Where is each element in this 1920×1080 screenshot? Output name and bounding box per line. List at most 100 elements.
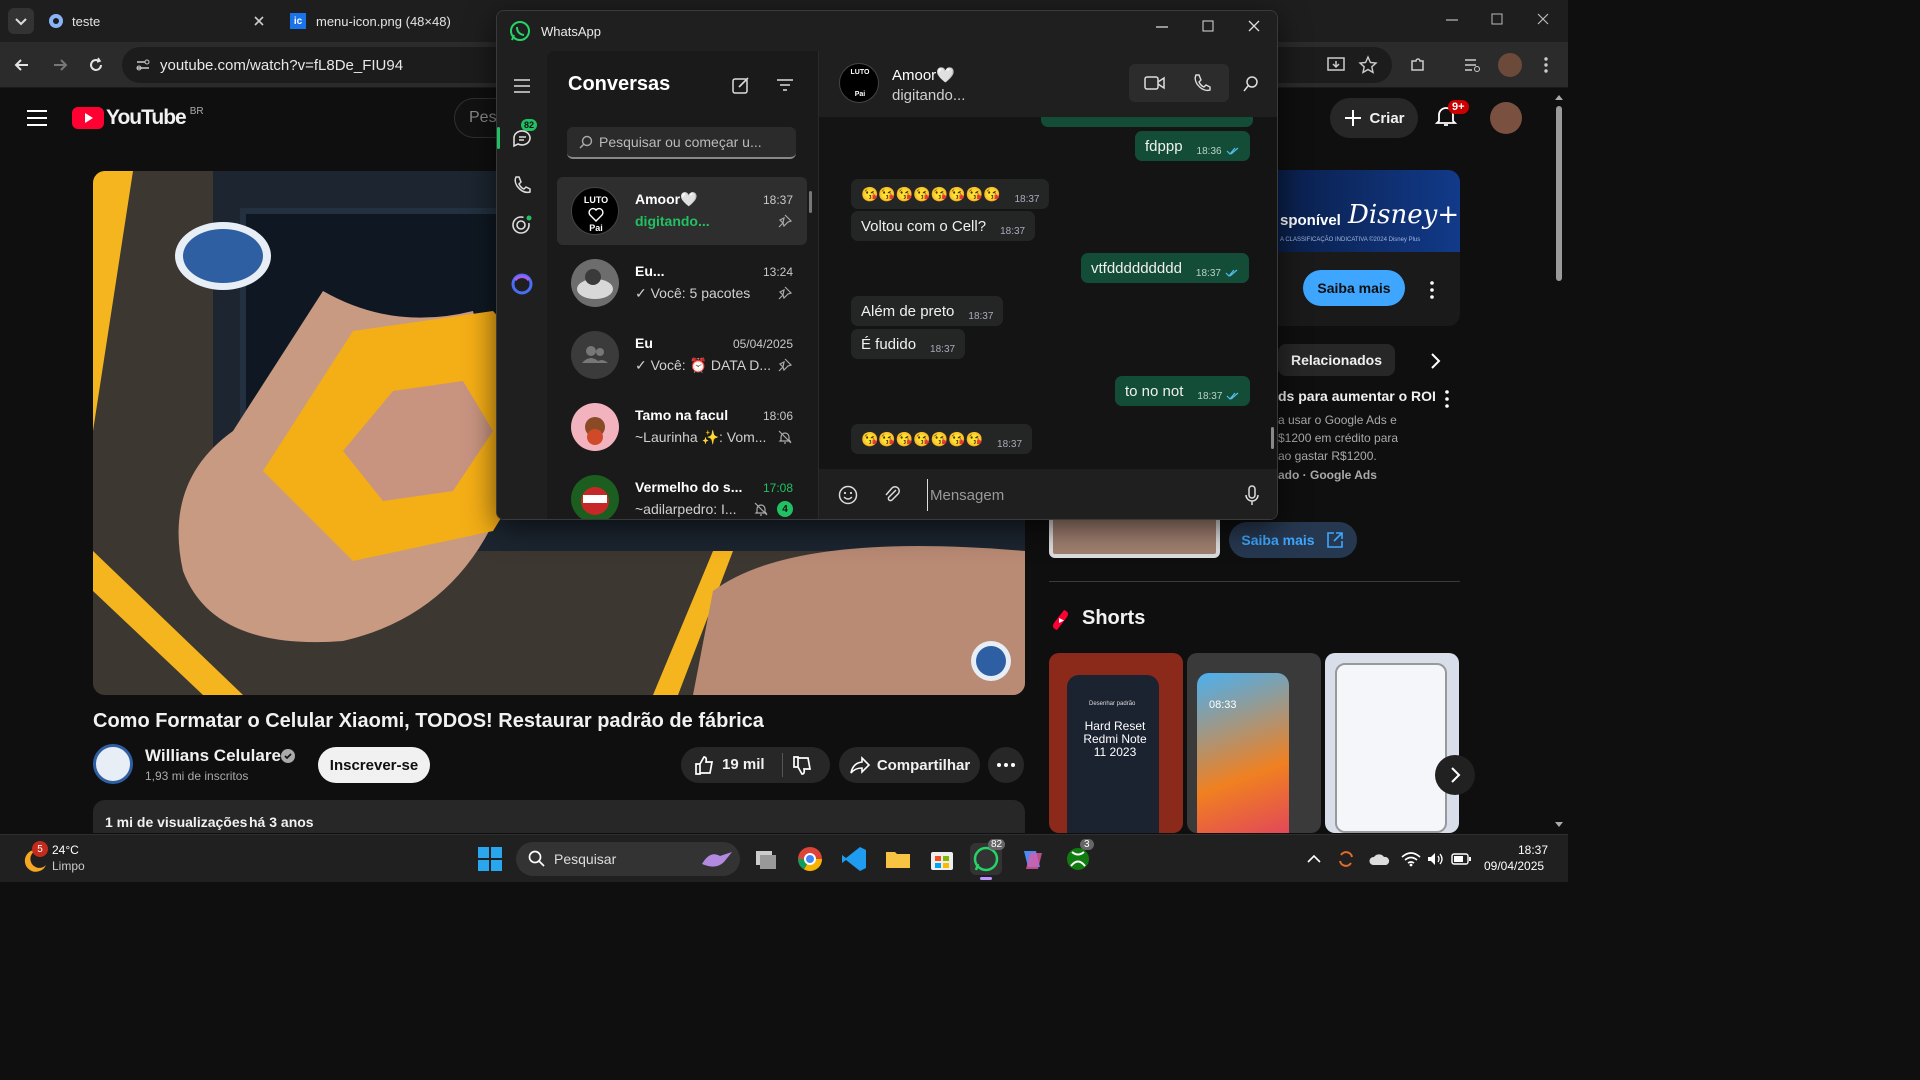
copilot-icon[interactable] (1016, 843, 1048, 875)
file-explorer-icon[interactable] (882, 843, 914, 875)
chat-list-item[interactable]: LUTO Pai Amoor🤍 18:37 digitando... (557, 177, 807, 245)
profile-avatar[interactable] (1498, 53, 1522, 77)
xbox-icon[interactable]: 3 (1062, 839, 1094, 875)
menu-icon[interactable] (512, 77, 532, 95)
whatsapp-titlebar[interactable]: WhatsApp (497, 11, 1277, 51)
message-bubble[interactable]: 😘😘😘😘😘😘😘😘 18:37 (851, 179, 1050, 209)
description-box[interactable]: 1 mi de visualizações há 3 anos (93, 800, 1025, 833)
hamburger-menu-icon[interactable] (25, 108, 49, 128)
account-avatar[interactable] (1490, 102, 1522, 134)
bookmark-star-icon[interactable] (1358, 55, 1378, 75)
page-scrollbar[interactable] (1554, 92, 1564, 832)
share-button[interactable]: Compartilhar (839, 747, 980, 783)
message-bubble[interactable]: Voltou com o Cell? 18:37 (851, 211, 1036, 241)
scrollbar-thumb[interactable] (1556, 106, 1562, 281)
windows-start-icon[interactable] (478, 847, 502, 871)
ad-menu-icon[interactable] (1428, 280, 1436, 300)
youtube-logo[interactable]: YouTube BR (72, 106, 204, 130)
voice-call-icon[interactable] (1192, 73, 1212, 93)
back-icon[interactable] (12, 55, 32, 75)
contact-avatar[interactable]: LUTO Pai (839, 63, 879, 103)
meta-ai-icon[interactable] (510, 272, 534, 296)
more-actions-button[interactable] (988, 747, 1024, 783)
browser-menu-icon[interactable] (1542, 55, 1550, 75)
ad2-thumbnail[interactable] (1049, 520, 1220, 558)
ad-banner[interactable]: sponível Disney+ A CLASSIFICAÇÃO INDICAT… (1278, 170, 1460, 326)
channel-avatar[interactable] (93, 744, 133, 784)
short-card[interactable] (1325, 653, 1459, 833)
message-bubble[interactable]: Além de preto 18:37 (851, 296, 1004, 326)
create-button[interactable]: Criar (1330, 98, 1418, 138)
emoji-icon[interactable] (837, 484, 859, 506)
message-bubble[interactable]: to no not 18:37 (1115, 376, 1251, 406)
conversation-header[interactable]: LUTO Pai Amoor🤍 digitando... (819, 51, 1277, 117)
message-bubble[interactable] (1041, 117, 1253, 127)
message-input[interactable]: Mensagem (927, 479, 1227, 511)
vscode-icon[interactable] (838, 843, 870, 875)
notifications-button[interactable]: 9+ (1434, 100, 1469, 134)
scroll-up-icon[interactable] (1554, 92, 1564, 102)
site-info-icon[interactable] (134, 56, 152, 74)
message-bubble[interactable]: 😘😘😘😘😘😘😘 18:37 (851, 424, 1033, 454)
sync-icon[interactable] (1336, 849, 1356, 869)
message-bubble[interactable]: É fudido 18:37 (851, 329, 966, 359)
new-chat-icon[interactable] (731, 75, 751, 95)
chip-related[interactable]: Relacionados (1278, 344, 1395, 376)
onedrive-icon[interactable] (1368, 851, 1390, 867)
subscribe-button[interactable]: Inscrever-se (318, 747, 430, 783)
channel-name[interactable]: Willians Celulares (145, 746, 290, 766)
chat-list-item[interactable]: Tamo na facul 18:06 ~Laurinha ✨: Vom... (557, 393, 807, 461)
attach-icon[interactable] (882, 484, 902, 506)
chat-list-item[interactable]: Eu... 13:24 ✓ Você: 5 pacotes (557, 249, 807, 317)
short-card[interactable]: 08:33 (1187, 653, 1321, 833)
close-window-icon[interactable] (1537, 13, 1549, 25)
install-app-icon[interactable] (1326, 55, 1346, 75)
thumbs-down-icon[interactable] (791, 755, 813, 777)
clock-date[interactable]: 09/04/2025 (1484, 859, 1544, 873)
ad2-cta-button[interactable]: Saiba mais (1229, 522, 1357, 558)
clock-time[interactable]: 18:37 (1518, 843, 1548, 857)
taskbar-search[interactable]: Pesquisar (516, 842, 740, 876)
maximize-icon[interactable] (1202, 20, 1214, 32)
shorts-next-button[interactable] (1435, 755, 1475, 795)
search-icon[interactable] (1242, 75, 1260, 93)
message-bubble[interactable]: vtfddddddddd 18:37 (1081, 253, 1249, 283)
whatsapp-taskbar-icon[interactable]: 82 (970, 839, 1006, 880)
ad2-title[interactable]: ds para aumentar o ROI (1278, 388, 1436, 404)
message-scrollbar[interactable] (1271, 427, 1274, 449)
nav-chats[interactable]: 82 (511, 119, 538, 151)
reload-icon[interactable] (86, 55, 106, 75)
ad-cta-button[interactable]: Saiba mais (1303, 270, 1405, 306)
ad2-menu-icon[interactable] (1443, 389, 1451, 409)
search-input[interactable]: Pesquisar ou começar u... (567, 127, 796, 159)
browser-tab[interactable]: ic menu-icon.png (48×48) (290, 6, 500, 36)
volume-icon[interactable] (1426, 851, 1444, 867)
status-icon[interactable] (510, 213, 534, 237)
thumbs-up-icon[interactable] (693, 754, 715, 776)
maximize-icon[interactable] (1491, 13, 1503, 25)
phone-icon[interactable] (511, 174, 533, 196)
chrome-icon[interactable] (794, 843, 826, 875)
forward-icon[interactable] (50, 55, 70, 75)
weather-widget[interactable]: 5 24°C Limpo (18, 841, 108, 877)
short-card[interactable]: Desenhar padrão Hard Reset Redmi Note 11… (1049, 653, 1183, 833)
close-window-icon[interactable] (1248, 20, 1260, 32)
chevron-right-icon[interactable] (1425, 351, 1445, 371)
video-call-icon[interactable] (1144, 74, 1166, 92)
chat-list-item[interactable]: Vermelho do s... 17:08 ~adilarpedro: I..… (557, 465, 807, 519)
scroll-down-icon[interactable] (1554, 820, 1564, 830)
media-control-icon[interactable] (1462, 55, 1482, 75)
wifi-icon[interactable] (1401, 851, 1421, 867)
extensions-icon[interactable] (1408, 55, 1428, 75)
microphone-icon[interactable] (1244, 485, 1260, 507)
close-icon[interactable] (252, 14, 266, 28)
chat-list-scrollbar[interactable] (809, 191, 812, 213)
tab-search-button[interactable] (8, 8, 34, 34)
message-bubble[interactable]: fdppp 18:36 (1135, 131, 1250, 161)
store-icon[interactable] (926, 843, 958, 875)
chevron-up-icon[interactable] (1306, 853, 1322, 865)
chat-list-item[interactable]: Eu 05/04/2025 ✓ Você: ⏰ DATA D... (557, 321, 807, 389)
browser-tab[interactable]: teste (48, 6, 276, 36)
task-view-icon[interactable] (750, 843, 782, 875)
filter-icon[interactable] (775, 75, 795, 95)
